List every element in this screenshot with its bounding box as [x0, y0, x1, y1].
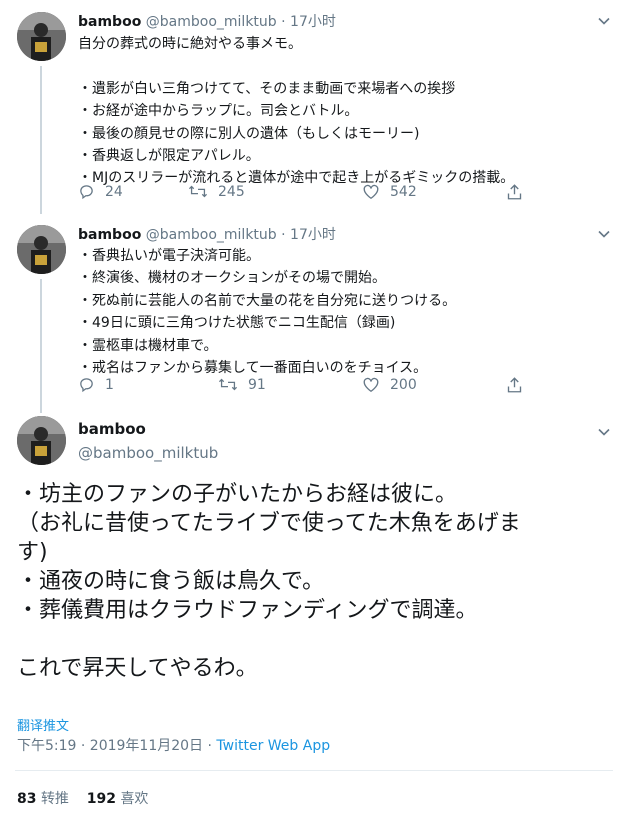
- avatar[interactable]: [17, 225, 66, 274]
- retweet-button[interactable]: 245: [188, 183, 245, 200]
- retweet-count: 83: [17, 791, 37, 807]
- tweet-2: bamboo @bamboo_milktub · 17小时 ・香典払いが電子決済…: [0, 210, 630, 413]
- retweet-icon: [218, 378, 238, 391]
- heart-icon: [363, 184, 379, 200]
- reply-icon: [80, 185, 93, 200]
- reply-icon: [80, 378, 93, 393]
- author-handle[interactable]: @bamboo_milktub: [78, 444, 218, 462]
- tweet-header: bamboo @bamboo_milktub · 17小时: [78, 11, 336, 31]
- tweet-actions: 24 245 542: [78, 183, 538, 205]
- share-icon: [507, 184, 522, 200]
- timestamp[interactable]: 下午5:19 · 2019年11月20日 ·: [17, 738, 216, 754]
- retweet-icon: [188, 185, 208, 198]
- tweet-time[interactable]: 17小时: [290, 227, 336, 243]
- thread-line: [40, 66, 42, 214]
- tweet-stats: 83 转推 192 喜欢: [17, 788, 148, 808]
- share-icon: [507, 377, 522, 393]
- like-button[interactable]: 200: [362, 376, 417, 393]
- tweet-time[interactable]: 17小时: [290, 14, 336, 30]
- translate-link[interactable]: 翻译推文: [17, 715, 69, 734]
- avatar[interactable]: [17, 416, 66, 465]
- retweet-count: 245: [218, 183, 245, 200]
- chevron-down-icon[interactable]: [597, 13, 611, 27]
- share-button[interactable]: [506, 183, 523, 201]
- like-label: 喜欢: [120, 791, 149, 807]
- like-count: 200: [390, 376, 417, 393]
- tweet-text: 自分の葬式の時に絶対やる事メモ。 ・遺影が白い三角つけてて、そのまま動画で来場者…: [78, 36, 515, 187]
- chevron-down-icon[interactable]: [597, 226, 611, 240]
- like-button[interactable]: 542: [362, 183, 417, 200]
- reply-button[interactable]: 24: [78, 183, 123, 200]
- main-tweet-text: ・坊主のファンの子がいたからお経は彼に。 （お礼に昔使ってたライブで使ってた木魚…: [17, 482, 521, 681]
- tweet-1: bamboo @bamboo_milktub · 17小时 自分の葬式の時に絶対…: [0, 0, 630, 214]
- author-name[interactable]: bamboo: [78, 420, 146, 438]
- reply-count: 1: [105, 376, 114, 393]
- source-app-link[interactable]: Twitter Web App: [216, 738, 330, 754]
- tweet-actions: 1 91 200: [78, 376, 538, 398]
- retweet-count: 91: [248, 376, 266, 393]
- author-handle[interactable]: @bamboo_milktub: [146, 227, 277, 243]
- like-stat[interactable]: 192 喜欢: [87, 791, 149, 807]
- separator-dot: ·: [281, 227, 286, 243]
- retweet-button[interactable]: 91: [218, 376, 266, 393]
- reply-button[interactable]: 1: [78, 376, 114, 393]
- tweet-meta: 下午5:19 · 2019年11月20日 · Twitter Web App: [17, 735, 330, 755]
- separator-dot: ·: [281, 14, 286, 30]
- author-name[interactable]: bamboo: [78, 227, 141, 243]
- chevron-down-icon[interactable]: [597, 424, 611, 438]
- like-count: 542: [390, 183, 417, 200]
- like-count: 192: [86, 791, 116, 807]
- thread-line: [40, 279, 42, 413]
- share-button[interactable]: [506, 376, 523, 394]
- tweet-text: ・香典払いが電子決済可能。 ・終演後、機材のオークションがその場で開始。 ・死ぬ…: [78, 248, 457, 377]
- author-handle[interactable]: @bamboo_milktub: [146, 14, 277, 30]
- tweet-header: bamboo @bamboo_milktub · 17小时: [78, 224, 336, 244]
- heart-icon: [363, 377, 379, 393]
- retweet-label: 转推: [40, 791, 69, 807]
- retweet-stat[interactable]: 83 转推: [17, 791, 69, 807]
- avatar[interactable]: [17, 12, 66, 61]
- reply-count: 24: [105, 183, 123, 200]
- divider: [15, 770, 613, 771]
- author-name[interactable]: bamboo: [78, 14, 141, 30]
